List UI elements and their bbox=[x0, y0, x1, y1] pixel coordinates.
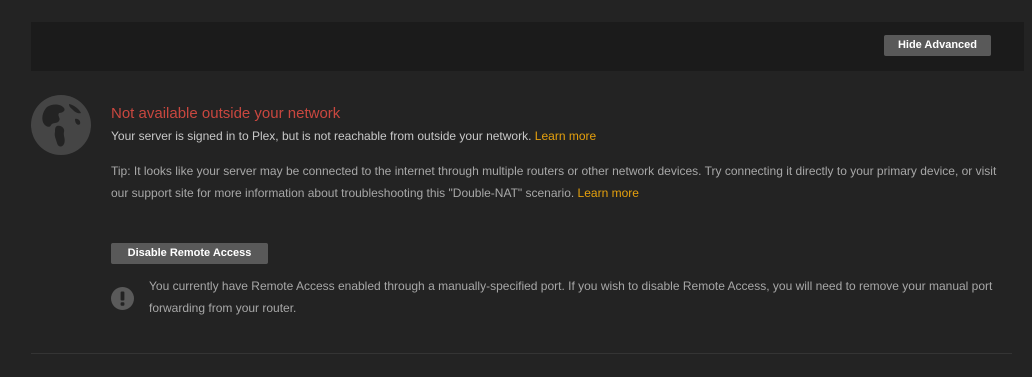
remote-access-warning: You currently have Remote Access enabled… bbox=[149, 279, 993, 315]
status-description-text: Your server is signed in to Plex, but is… bbox=[111, 129, 532, 143]
advanced-header-bar: Hide Advanced bbox=[31, 22, 1024, 71]
double-nat-tip: Tip: It looks like your server may be co… bbox=[111, 160, 1011, 204]
status-description: Your server is signed in to Plex, but is… bbox=[111, 129, 596, 143]
exclamation-icon bbox=[111, 287, 134, 310]
disable-remote-access-button[interactable]: Disable Remote Access bbox=[111, 243, 268, 264]
globe-icon bbox=[31, 95, 91, 155]
status-title: Not available outside your network bbox=[111, 105, 341, 122]
learn-more-link[interactable]: Learn more bbox=[535, 129, 596, 143]
tip-learn-more-link[interactable]: Learn more bbox=[578, 186, 639, 200]
hide-advanced-button[interactable]: Hide Advanced bbox=[883, 35, 991, 56]
tip-text: Tip: It looks like your server may be co… bbox=[111, 164, 997, 200]
section-divider bbox=[31, 353, 1012, 354]
